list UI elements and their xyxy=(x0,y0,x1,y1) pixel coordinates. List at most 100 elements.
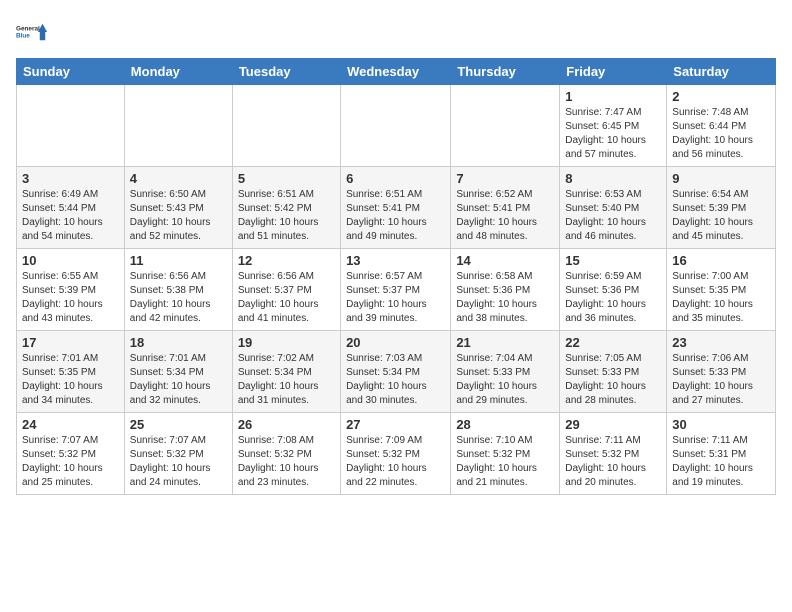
day-info: Sunrise: 7:10 AM Sunset: 5:32 PM Dayligh… xyxy=(456,434,554,490)
day-number: 29 xyxy=(565,417,661,432)
day-cell: 12Sunrise: 6:56 AM Sunset: 5:37 PM Dayli… xyxy=(232,249,340,331)
day-number: 20 xyxy=(346,335,445,350)
day-number: 13 xyxy=(346,253,445,268)
day-number: 9 xyxy=(672,171,770,186)
day-cell: 13 Sunrise: 6:57 AM Sunset: 5:37 PM Dayli… xyxy=(341,249,451,331)
day-cell: 23 Sunrise: 7:06 AM Sunset: 5:33 PM Dayli… xyxy=(667,331,776,413)
day-cell xyxy=(17,85,125,167)
day-cell: 8 Sunrise: 6:53 AM Sunset: 5:40 PM Daylig… xyxy=(560,167,667,249)
day-cell xyxy=(341,85,451,167)
svg-text:Blue: Blue xyxy=(16,32,30,39)
day-number: 23 xyxy=(672,335,770,350)
day-number: 22 xyxy=(565,335,661,350)
day-info: Sunrise: 6:53 AM Sunset: 5:40 PM Dayligh… xyxy=(565,188,661,244)
day-info: Sunrise: 6:50 AM Sunset: 5:43 PM Dayligh… xyxy=(130,188,227,244)
day-number: 5 xyxy=(238,171,335,186)
day-number: 6 xyxy=(346,171,445,186)
day-number: 26 xyxy=(238,417,335,432)
day-cell: 5 Sunrise: 6:51 AM Sunset: 5:42 PM Daylig… xyxy=(232,167,340,249)
logo-icon: GeneralBlue xyxy=(16,16,48,48)
day-info: Sunrise: 7:11 AM Sunset: 5:31 PM Dayligh… xyxy=(672,434,770,490)
header: GeneralBlue xyxy=(16,16,776,48)
day-info: Sunrise: 7:05 AM Sunset: 5:33 PM Dayligh… xyxy=(565,352,661,408)
day-info: Sunrise: 6:56 AM Sunset: 5:37 PM Dayligh… xyxy=(238,270,335,326)
day-info: Sunrise: 7:08 AM Sunset: 5:32 PM Dayligh… xyxy=(238,434,335,490)
day-cell: 18 Sunrise: 7:01 AM Sunset: 5:34 PM Dayli… xyxy=(124,331,232,413)
col-header-sunday: Sunday xyxy=(17,59,125,85)
day-number: 17 xyxy=(22,335,119,350)
col-header-friday: Friday xyxy=(560,59,667,85)
day-number: 10 xyxy=(22,253,119,268)
day-number: 4 xyxy=(130,171,227,186)
day-info: Sunrise: 6:51 AM Sunset: 5:41 PM Dayligh… xyxy=(346,188,445,244)
day-info: Sunrise: 6:54 AM Sunset: 5:39 PM Dayligh… xyxy=(672,188,770,244)
day-cell: 24 Sunrise: 7:07 AM Sunset: 5:32 PM Dayli… xyxy=(17,413,125,495)
day-cell: 1 Sunrise: 7:47 AM Sunset: 6:45 PM Daylig… xyxy=(560,85,667,167)
day-cell: 2 Sunrise: 7:48 AM Sunset: 6:44 PM Daylig… xyxy=(667,85,776,167)
day-info: Sunrise: 7:04 AM Sunset: 5:33 PM Dayligh… xyxy=(456,352,554,408)
day-info: Sunrise: 6:58 AM Sunset: 5:36 PM Dayligh… xyxy=(456,270,554,326)
week-row-2: 3Sunrise: 6:49 AM Sunset: 5:44 PM Daylig… xyxy=(17,167,776,249)
day-info: Sunrise: 6:56 AM Sunset: 5:38 PM Dayligh… xyxy=(130,270,227,326)
day-number: 18 xyxy=(130,335,227,350)
day-number: 28 xyxy=(456,417,554,432)
day-info: Sunrise: 7:00 AM Sunset: 5:35 PM Dayligh… xyxy=(672,270,770,326)
day-info: Sunrise: 6:59 AM Sunset: 5:36 PM Dayligh… xyxy=(565,270,661,326)
day-cell xyxy=(124,85,232,167)
day-info: Sunrise: 7:02 AM Sunset: 5:34 PM Dayligh… xyxy=(238,352,335,408)
day-number: 11 xyxy=(130,253,227,268)
week-row-5: 24 Sunrise: 7:07 AM Sunset: 5:32 PM Dayli… xyxy=(17,413,776,495)
day-cell: 26 Sunrise: 7:08 AM Sunset: 5:32 PM Dayli… xyxy=(232,413,340,495)
col-header-thursday: Thursday xyxy=(451,59,560,85)
day-number: 15 xyxy=(565,253,661,268)
day-info: Sunrise: 6:51 AM Sunset: 5:42 PM Dayligh… xyxy=(238,188,335,244)
day-cell: 25Sunrise: 7:07 AM Sunset: 5:32 PM Dayli… xyxy=(124,413,232,495)
day-info: Sunrise: 7:06 AM Sunset: 5:33 PM Dayligh… xyxy=(672,352,770,408)
day-info: Sunrise: 7:07 AM Sunset: 5:32 PM Dayligh… xyxy=(22,434,119,490)
day-cell xyxy=(451,85,560,167)
day-cell: 9 Sunrise: 6:54 AM Sunset: 5:39 PM Daylig… xyxy=(667,167,776,249)
day-cell: 11 Sunrise: 6:56 AM Sunset: 5:38 PM Dayli… xyxy=(124,249,232,331)
day-number: 24 xyxy=(22,417,119,432)
day-cell: 20Sunrise: 7:03 AM Sunset: 5:34 PM Dayli… xyxy=(341,331,451,413)
week-row-1: 1 Sunrise: 7:47 AM Sunset: 6:45 PM Daylig… xyxy=(17,85,776,167)
day-number: 30 xyxy=(672,417,770,432)
day-cell: 7Sunrise: 6:52 AM Sunset: 5:41 PM Daylig… xyxy=(451,167,560,249)
day-cell: 28 Sunrise: 7:10 AM Sunset: 5:32 PM Dayli… xyxy=(451,413,560,495)
day-number: 8 xyxy=(565,171,661,186)
day-info: Sunrise: 7:11 AM Sunset: 5:32 PM Dayligh… xyxy=(565,434,661,490)
main-container: GeneralBlue SundayMondayTuesdayWednesday… xyxy=(0,0,792,503)
day-cell: 4 Sunrise: 6:50 AM Sunset: 5:43 PM Daylig… xyxy=(124,167,232,249)
day-number: 14 xyxy=(456,253,554,268)
day-number: 2 xyxy=(672,89,770,104)
day-cell: 22 Sunrise: 7:05 AM Sunset: 5:33 PM Dayli… xyxy=(560,331,667,413)
day-number: 19 xyxy=(238,335,335,350)
header-row: SundayMondayTuesdayWednesdayThursdayFrid… xyxy=(17,59,776,85)
day-number: 7 xyxy=(456,171,554,186)
day-info: Sunrise: 7:01 AM Sunset: 5:35 PM Dayligh… xyxy=(22,352,119,408)
day-cell: 29 Sunrise: 7:11 AM Sunset: 5:32 PM Dayli… xyxy=(560,413,667,495)
day-cell: 19 Sunrise: 7:02 AM Sunset: 5:34 PM Dayli… xyxy=(232,331,340,413)
col-header-wednesday: Wednesday xyxy=(341,59,451,85)
day-info: Sunrise: 7:01 AM Sunset: 5:34 PM Dayligh… xyxy=(130,352,227,408)
day-number: 16 xyxy=(672,253,770,268)
day-cell: 14 Sunrise: 6:58 AM Sunset: 5:36 PM Dayli… xyxy=(451,249,560,331)
col-header-monday: Monday xyxy=(124,59,232,85)
day-cell: 27Sunrise: 7:09 AM Sunset: 5:32 PM Dayli… xyxy=(341,413,451,495)
col-header-tuesday: Tuesday xyxy=(232,59,340,85)
day-number: 1 xyxy=(565,89,661,104)
day-info: Sunrise: 6:49 AM Sunset: 5:44 PM Dayligh… xyxy=(22,188,119,244)
day-cell: 6 Sunrise: 6:51 AM Sunset: 5:41 PM Daylig… xyxy=(341,167,451,249)
day-number: 27 xyxy=(346,417,445,432)
day-cell xyxy=(232,85,340,167)
day-cell: 10Sunrise: 6:55 AM Sunset: 5:39 PM Dayli… xyxy=(17,249,125,331)
logo: GeneralBlue xyxy=(16,16,48,48)
day-number: 25 xyxy=(130,417,227,432)
day-info: Sunrise: 7:47 AM Sunset: 6:45 PM Dayligh… xyxy=(565,106,661,162)
day-cell: 3Sunrise: 6:49 AM Sunset: 5:44 PM Daylig… xyxy=(17,167,125,249)
day-cell: 16 Sunrise: 7:00 AM Sunset: 5:35 PM Dayli… xyxy=(667,249,776,331)
day-info: Sunrise: 7:48 AM Sunset: 6:44 PM Dayligh… xyxy=(672,106,770,162)
col-header-saturday: Saturday xyxy=(667,59,776,85)
day-info: Sunrise: 6:57 AM Sunset: 5:37 PM Dayligh… xyxy=(346,270,445,326)
day-cell: 15 Sunrise: 6:59 AM Sunset: 5:36 PM Dayli… xyxy=(560,249,667,331)
